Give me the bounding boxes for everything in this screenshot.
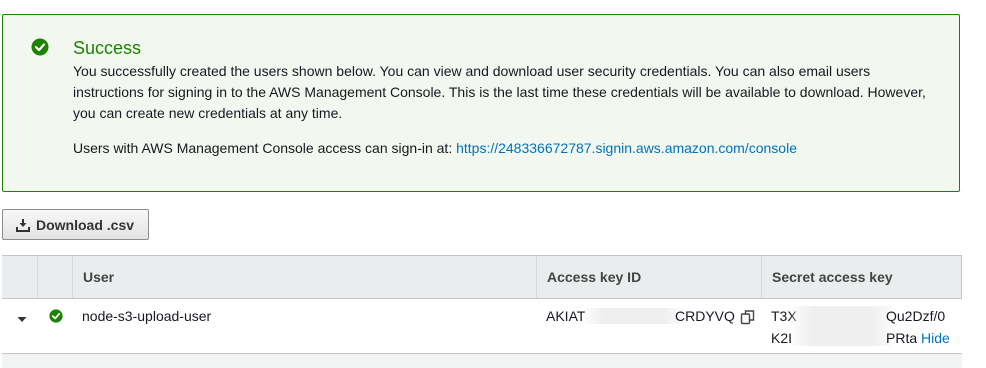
status-column-header xyxy=(37,256,72,298)
download-csv-button[interactable]: Download .csv xyxy=(2,209,149,240)
credentials-table: User Access key ID Secret access key nod… xyxy=(2,255,962,368)
hide-secret-link[interactable]: Hide xyxy=(921,330,950,346)
download-icon xyxy=(16,218,30,232)
alert-message: You successfully created the users shown… xyxy=(73,63,926,121)
column-header-user[interactable]: User xyxy=(72,256,536,298)
alert-title: Success xyxy=(73,38,142,58)
table-header: User Access key ID Secret access key xyxy=(2,255,962,299)
secret-key-line1-end: Qu2Dzf/0 xyxy=(886,308,946,324)
signin-info: Users with AWS Management Console access… xyxy=(73,138,797,159)
secret-key-line2-end: PRta Hide xyxy=(886,327,950,349)
check-circle-icon xyxy=(49,309,63,323)
caret-down-icon[interactable] xyxy=(16,313,28,325)
redacted-access-key xyxy=(584,308,684,324)
signin-prefix: Users with AWS Management Console access… xyxy=(73,140,457,156)
secret-key-line2-start: K2I xyxy=(771,330,793,346)
access-key-start: AKIAT xyxy=(546,308,586,324)
signin-url-link[interactable]: https://248336672787.signin.aws.amazon.c… xyxy=(456,140,797,156)
success-alert: Success You successfully created the use… xyxy=(2,14,960,192)
user-name: node-s3-upload-user xyxy=(82,308,212,324)
expand-column-header xyxy=(2,256,37,298)
download-label: Download .csv xyxy=(36,216,135,233)
table-row: node-s3-upload-user AKIAT CRDYVQ T3X K2I… xyxy=(2,299,962,354)
redacted-secret-key xyxy=(792,306,892,346)
column-header-secret-access-key[interactable]: Secret access key xyxy=(761,256,962,298)
secret-key-line2-end-text: PRta xyxy=(886,330,918,346)
table-footer xyxy=(2,354,962,368)
access-key-end: CRDYVQ xyxy=(675,308,735,324)
column-header-access-key-id[interactable]: Access key ID xyxy=(536,256,761,298)
copy-icon[interactable] xyxy=(740,309,756,325)
check-circle-icon xyxy=(31,38,49,56)
